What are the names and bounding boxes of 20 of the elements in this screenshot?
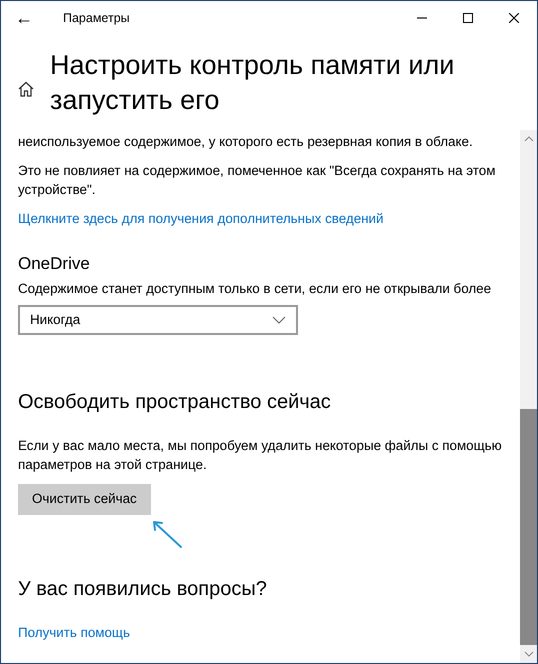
- field-label: Содержимое станет доступным только в сети, если его не открывали более: [18, 280, 492, 298]
- section-subheading: OneDrive: [18, 253, 91, 276]
- chevron-icon: [272, 316, 286, 324]
- maximize-icon[interactable]: [463, 13, 473, 23]
- dropdown[interactable]: Никогда: [18, 304, 298, 335]
- section-heading: У вас появились вопросы?: [18, 576, 268, 601]
- section-heading: Освободить пространство сейчас: [18, 390, 332, 414]
- scrollbar-thumb[interactable]: [520, 408, 537, 644]
- clean-now-button[interactable]: Очистить сейчас: [18, 484, 151, 515]
- back-button[interactable]: ←: [1, 1, 47, 35]
- body-text: неиспользуемое содержимое, у которого есть резервная копия в облаке.: [18, 133, 474, 151]
- help-link[interactable]: Щелкните здесь для получения дополнительных сведений: [18, 209, 384, 230]
- annotation-arrow: [153, 520, 182, 548]
- body-text: Это не повлияет на содержимое, помеченное как "Всегда сохранять на этом устройстве".: [18, 162, 496, 199]
- close-icon[interactable]: [509, 13, 519, 23]
- help-link[interactable]: Получить помощь: [18, 622, 130, 643]
- window-title: Параметры: [63, 10, 131, 27]
- body-text: Если у вас мало места, мы попробуем удалить некоторые файлы с помощью параметров на этой странице.: [18, 436, 503, 474]
- page-title: Настроить контроль памяти или запустить его: [50, 48, 456, 117]
- scrollbar[interactable]: [520, 130, 537, 663]
